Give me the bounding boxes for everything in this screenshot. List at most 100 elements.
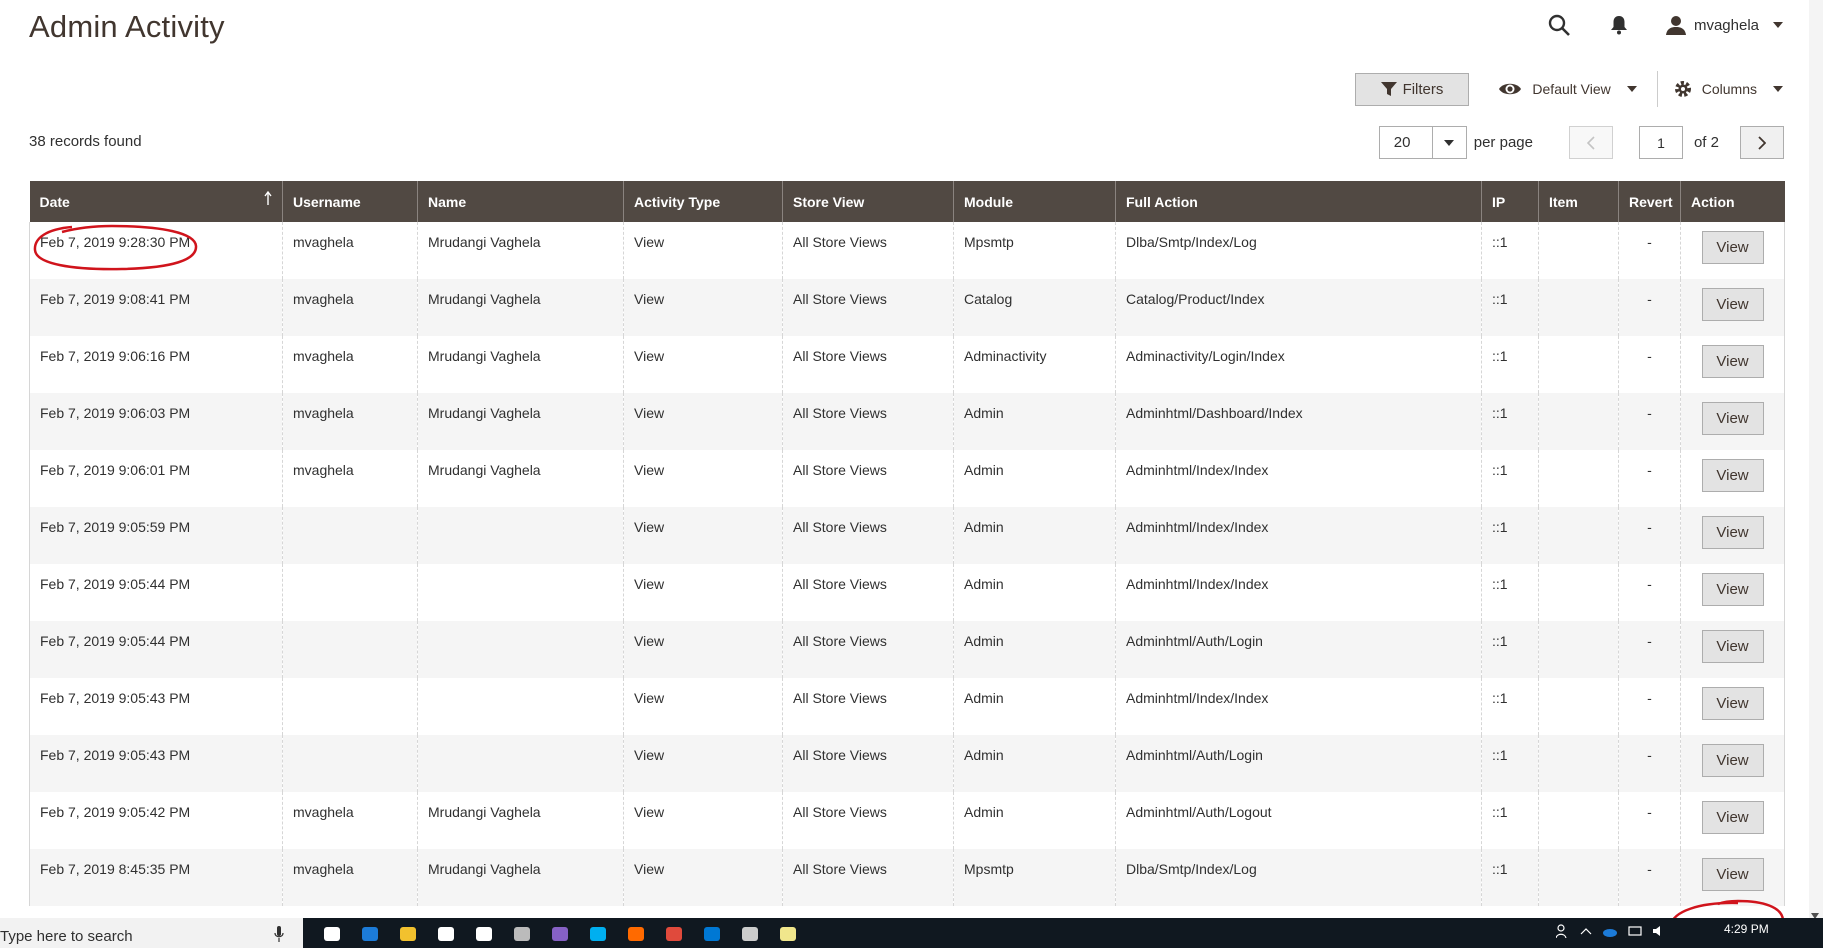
cell-activity-type: View (623, 792, 783, 849)
view-button[interactable]: View (1701, 744, 1764, 777)
view-button[interactable]: View (1701, 573, 1764, 606)
column-header-name[interactable]: Name (417, 181, 624, 222)
column-header-username[interactable]: Username (282, 181, 418, 222)
cell-module: Admin (953, 507, 1116, 564)
notepad-icon[interactable] (774, 922, 802, 946)
cell-revert: - (1618, 735, 1681, 792)
cell-item (1538, 735, 1619, 792)
app-icon-2[interactable] (546, 922, 574, 946)
chevron-down-icon (1626, 86, 1637, 92)
cell-username (282, 621, 418, 678)
cell-name: Mrudangi Vaghela (417, 450, 624, 507)
cell-name (417, 507, 624, 564)
cell-ip: ::1 (1481, 507, 1539, 564)
view-button[interactable]: View (1701, 858, 1764, 891)
cell-ip: ::1 (1481, 849, 1539, 906)
app-icon[interactable] (508, 922, 536, 946)
cell-revert: - (1618, 222, 1681, 279)
terminal-icon[interactable] (736, 922, 764, 946)
view-button[interactable]: View (1701, 630, 1764, 663)
microphone-icon[interactable] (274, 926, 284, 947)
view-button[interactable]: View (1701, 459, 1764, 492)
column-header-store-view[interactable]: Store View (782, 181, 954, 222)
page-number-input[interactable]: 1 (1638, 126, 1683, 159)
view-switcher[interactable]: Default View (1498, 81, 1656, 97)
table-row: Feb 7, 2019 9:05:43 PM View All Store View… (29, 735, 1785, 792)
cell-module: Catalog (953, 279, 1116, 336)
cell-username: mvaghela (282, 450, 418, 507)
prev-page-button[interactable] (1568, 126, 1613, 159)
view-button[interactable]: View (1701, 288, 1764, 321)
file-explorer-icon[interactable] (394, 922, 422, 946)
cell-username: mvaghela (282, 279, 418, 336)
cell-ip: ::1 (1481, 222, 1539, 279)
cell-module: Admin (953, 393, 1116, 450)
cell-activity-type: View (623, 279, 783, 336)
column-header-date[interactable]: Date (29, 181, 283, 222)
cell-username (282, 678, 418, 735)
next-page-button[interactable] (1740, 126, 1784, 159)
task-view-icon[interactable] (318, 922, 346, 946)
mail-icon[interactable] (470, 922, 498, 946)
cell-action: View (1680, 735, 1785, 792)
view-button[interactable]: View (1701, 687, 1764, 720)
column-header-ip[interactable]: IP (1481, 181, 1539, 222)
columns-control[interactable]: Columns (1674, 80, 1783, 98)
cell-action: View (1680, 507, 1785, 564)
cell-full-action: Adminhtml/Index/Index (1115, 678, 1482, 735)
column-header-revert[interactable]: Revert (1618, 181, 1681, 222)
cell-module: Admin (953, 621, 1116, 678)
cell-full-action: Adminhtml/Index/Index (1115, 507, 1482, 564)
per-page-value: 20 (1393, 134, 1411, 151)
user-menu[interactable]: mvaghela (1665, 15, 1783, 35)
column-header-item[interactable]: Item (1538, 181, 1619, 222)
cell-item (1538, 792, 1619, 849)
notification-bell-icon[interactable] (1606, 12, 1632, 38)
cell-item (1538, 336, 1619, 393)
filters-button[interactable]: Filters (1354, 72, 1470, 106)
view-button[interactable]: View (1701, 801, 1764, 834)
column-header-activity-type[interactable]: Activity Type (623, 181, 783, 222)
cell-module: Admin (953, 450, 1116, 507)
cloud-icon[interactable] (622, 922, 650, 946)
cell-username: mvaghela (282, 222, 418, 279)
clock-time[interactable]: 4:29 PM (1724, 922, 1769, 936)
cell-store-view: All Store Views (782, 222, 954, 279)
outlook-icon[interactable] (698, 922, 726, 946)
cell-activity-type: View (623, 564, 783, 621)
cell-name: Mrudangi Vaghela (417, 222, 624, 279)
chrome-icon[interactable] (660, 922, 688, 946)
chevron-down-icon[interactable] (1431, 127, 1466, 158)
vertical-scrollbar[interactable] (1809, 0, 1823, 918)
cell-module: Admin (953, 564, 1116, 621)
cell-username (282, 507, 418, 564)
taskbar-search[interactable]: Type here to search (0, 918, 303, 948)
cell-item (1538, 450, 1619, 507)
network-icon[interactable] (1628, 924, 1642, 943)
view-button[interactable]: View (1701, 231, 1764, 264)
view-button[interactable]: View (1701, 402, 1764, 435)
column-header-module[interactable]: Module (953, 181, 1116, 222)
filters-label: Filters (1402, 80, 1444, 98)
edge-icon[interactable] (356, 922, 384, 946)
column-header-full-action[interactable]: Full Action (1115, 181, 1482, 222)
cell-full-action: Adminhtml/Index/Index (1115, 564, 1482, 621)
skype-icon[interactable] (584, 922, 612, 946)
view-button[interactable]: View (1701, 345, 1764, 378)
cell-module: Admin (953, 735, 1116, 792)
per-page-select[interactable]: 20 (1378, 126, 1467, 159)
cell-name: Mrudangi Vaghela (417, 792, 624, 849)
cell-revert: - (1618, 450, 1681, 507)
cell-module: Mpsmtp (953, 849, 1116, 906)
view-button[interactable]: View (1701, 516, 1764, 549)
search-icon[interactable] (1546, 12, 1572, 38)
volume-icon[interactable] (1652, 924, 1666, 943)
chevron-up-icon[interactable] (1580, 924, 1592, 943)
cell-revert: - (1618, 279, 1681, 336)
cell-item (1538, 507, 1619, 564)
cell-full-action: Adminhtml/Auth/Login (1115, 735, 1482, 792)
store-icon[interactable] (432, 922, 460, 946)
cell-action: View (1680, 792, 1785, 849)
onedrive-icon[interactable] (1602, 924, 1618, 943)
people-icon[interactable] (1555, 924, 1570, 943)
